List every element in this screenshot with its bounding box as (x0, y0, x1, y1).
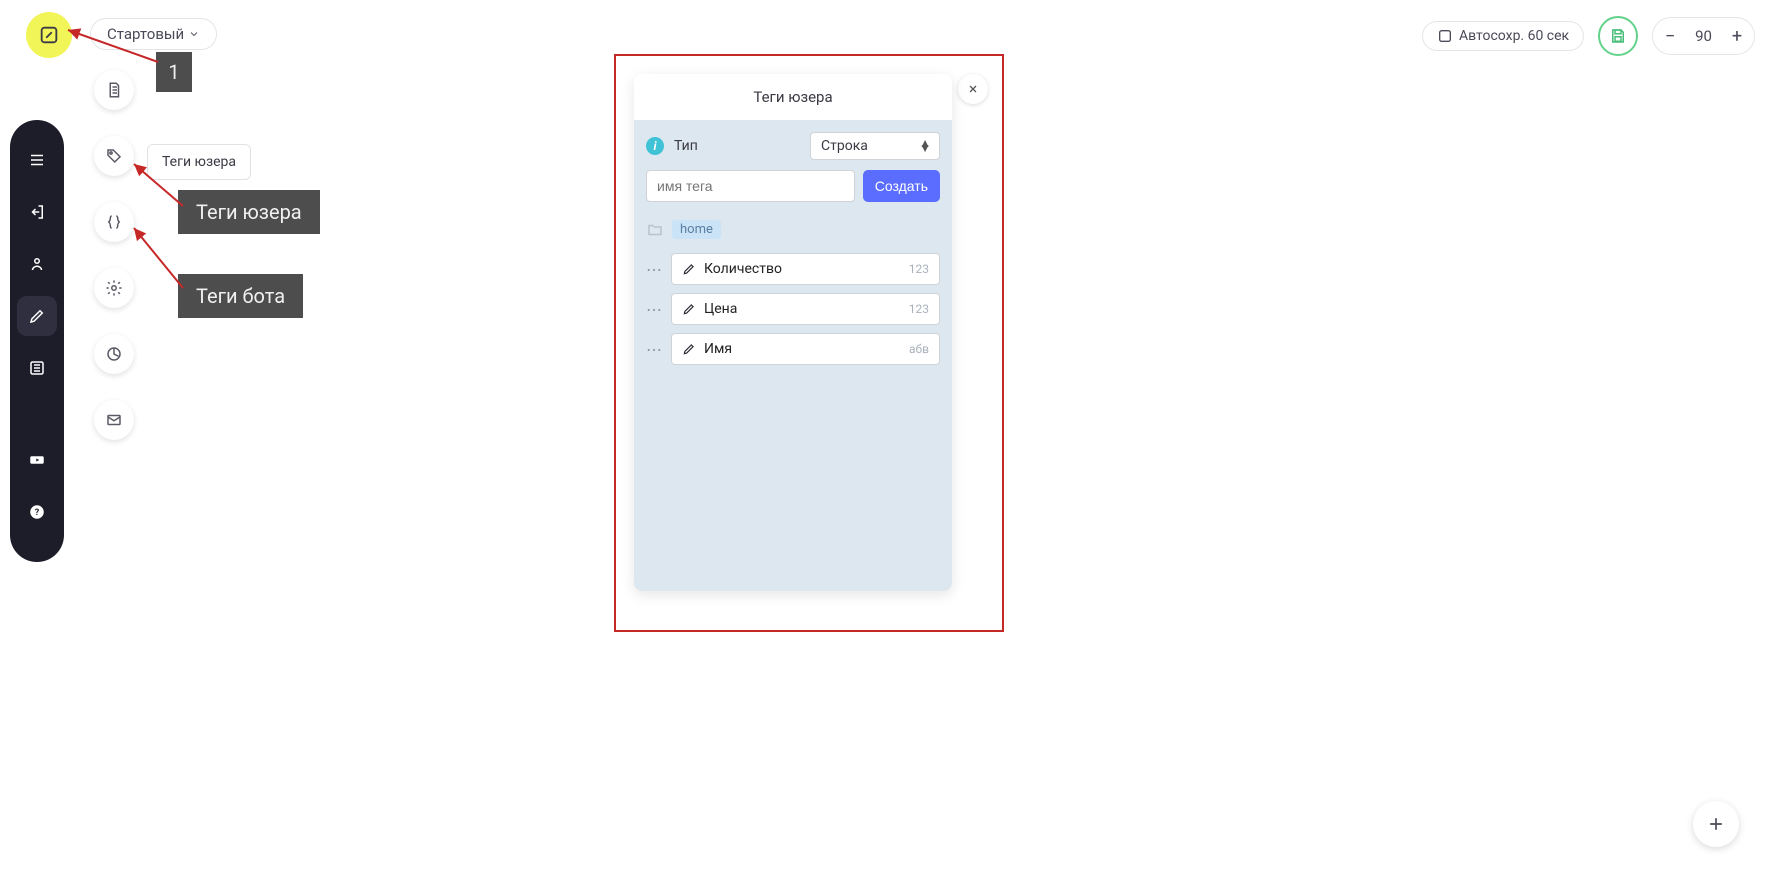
list-icon (28, 359, 46, 377)
help-icon: ? (28, 503, 46, 521)
tool-chart-button[interactable] (94, 334, 134, 374)
tool-document-button[interactable] (94, 70, 134, 110)
svg-text:?: ? (35, 508, 40, 518)
tag-icon (105, 147, 123, 165)
zoom-value: 90 (1687, 27, 1720, 45)
edit-icon (682, 342, 696, 356)
tag-type-select[interactable]: Строка ▲▼ (810, 132, 940, 160)
panel-empty-area (634, 381, 952, 591)
tag-name-label: Цена (704, 301, 901, 317)
chart-icon (105, 345, 123, 363)
pencil-square-icon (38, 24, 60, 46)
hamburger-icon (28, 151, 46, 169)
zoom-control: − 90 + (1652, 17, 1755, 55)
zoom-in-button[interactable]: + (1720, 17, 1754, 55)
type-field-label: Тип (674, 138, 698, 154)
save-button[interactable] (1598, 16, 1638, 56)
edit-icon (682, 262, 696, 276)
tag-chip[interactable]: Имя абв (671, 333, 940, 365)
tag-name-input[interactable] (646, 170, 855, 202)
tag-type-label: абв (909, 342, 929, 356)
sidebar-exit-button[interactable] (17, 192, 57, 232)
folder-name-label: home (672, 220, 721, 239)
add-node-button[interactable] (1693, 801, 1739, 847)
annotation-arrow-user-tags (128, 156, 198, 216)
sidebar-list-button[interactable] (17, 348, 57, 388)
pencil-icon (28, 307, 46, 325)
close-icon (967, 83, 979, 95)
tag-row: ⋯ Имя абв (646, 329, 940, 369)
tag-type-value: Строка (821, 138, 868, 154)
tag-name-label: Имя (704, 341, 901, 357)
tag-row: ⋯ Количество 123 (646, 249, 940, 289)
sidebar-video-button[interactable] (17, 440, 57, 480)
youtube-icon (28, 451, 46, 469)
annotation-arrow-bot-tags (128, 222, 198, 296)
tag-drag-handle[interactable]: ⋯ (646, 300, 663, 319)
mail-icon (105, 411, 123, 429)
tag-type-label: 123 (909, 262, 929, 276)
tag-name-label: Количество (704, 261, 901, 277)
document-icon (105, 81, 123, 99)
tag-type-label: 123 (909, 302, 929, 316)
autosave-toggle[interactable]: Автосохр. 60 сек (1422, 21, 1584, 51)
gear-icon (105, 279, 123, 297)
tag-chip[interactable]: Количество 123 (671, 253, 940, 285)
select-arrows-icon: ▲▼ (919, 141, 929, 151)
tag-chip[interactable]: Цена 123 (671, 293, 940, 325)
sidebar-help-button[interactable]: ? (17, 492, 57, 532)
folder-home[interactable]: home (646, 214, 940, 249)
person-icon (28, 255, 46, 273)
zoom-out-button[interactable]: − (1653, 17, 1687, 55)
sidebar-menu-button[interactable] (17, 140, 57, 180)
tag-drag-handle[interactable]: ⋯ (646, 260, 663, 279)
braces-icon (105, 213, 123, 231)
user-tags-panel: Теги юзера i Тип Строка ▲▼ Создать home … (634, 74, 952, 591)
annotation-user-tags: Теги юзера (178, 190, 320, 234)
create-tag-button[interactable]: Создать (863, 170, 940, 202)
panel-close-button[interactable] (958, 74, 988, 104)
exit-icon (28, 203, 46, 221)
sidebar-user-button[interactable] (17, 244, 57, 284)
save-icon (1609, 27, 1627, 45)
tag-row: ⋯ Цена 123 (646, 289, 940, 329)
autosave-label: Автосохр. 60 сек (1459, 28, 1569, 44)
annotation-arrow-1 (60, 22, 170, 72)
edit-icon (682, 302, 696, 316)
top-right-controls: Автосохр. 60 сек − 90 + (1422, 16, 1755, 56)
panel-title: Теги юзера (634, 74, 952, 120)
tag-drag-handle[interactable]: ⋯ (646, 340, 663, 359)
chevron-down-icon (188, 28, 200, 40)
sidebar-edit-button[interactable] (17, 296, 57, 336)
main-sidebar: ? (10, 120, 64, 562)
folder-icon (646, 221, 664, 239)
checkbox-icon (1437, 28, 1453, 44)
tool-mail-button[interactable] (94, 400, 134, 440)
info-icon[interactable]: i (646, 137, 664, 155)
plus-icon (1706, 814, 1726, 834)
